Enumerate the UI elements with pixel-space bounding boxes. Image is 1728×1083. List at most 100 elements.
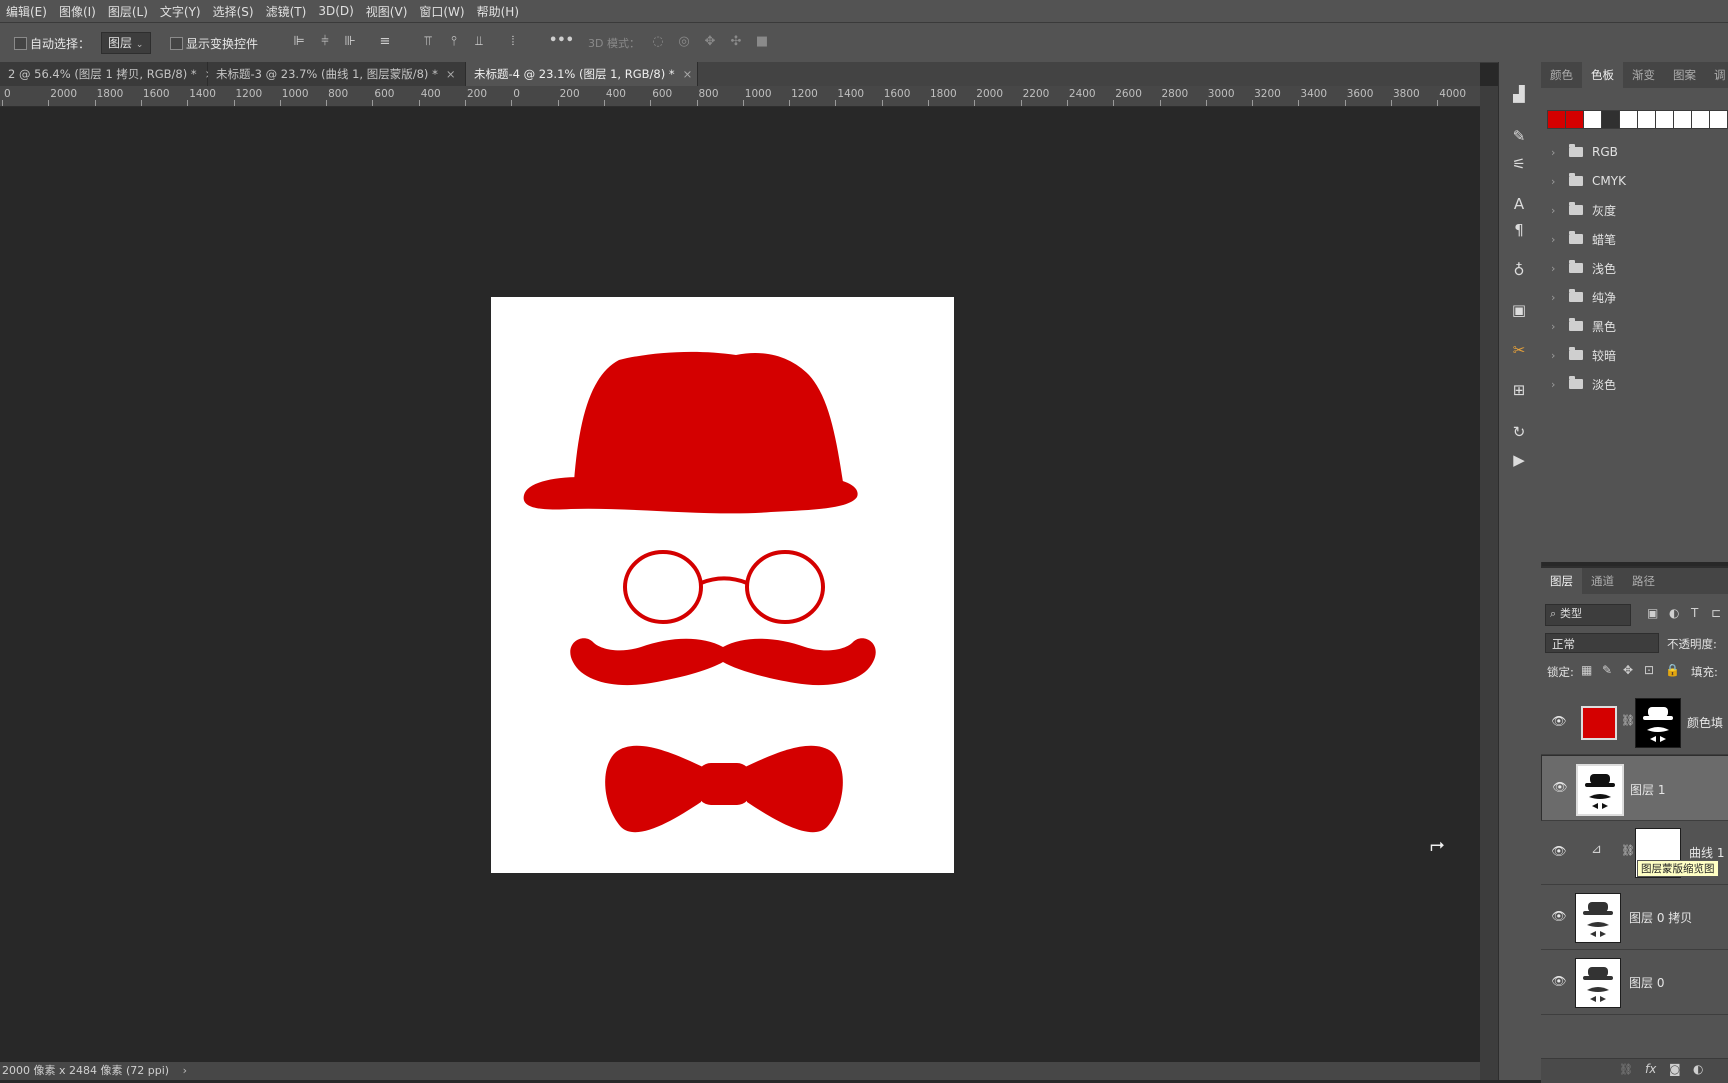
swatch[interactable] (1655, 110, 1674, 129)
paragraph-icon[interactable]: ¶ (1509, 220, 1529, 240)
tab-patterns[interactable]: 图案 (1664, 62, 1705, 88)
align-right-icon[interactable]: ⊪ (343, 35, 357, 49)
show-transform-checkbox[interactable] (170, 37, 183, 50)
align-hcenter-icon[interactable]: ⫩ (318, 35, 332, 49)
adjustments-icon[interactable]: ⚟ (1509, 154, 1529, 174)
visibility-eye-icon[interactable]: 👁 (1551, 909, 1567, 923)
swatch[interactable] (1691, 110, 1710, 129)
menu-layer[interactable]: 图层(L) (102, 3, 154, 20)
actions-play-icon[interactable]: ▶ (1509, 450, 1529, 470)
chevron-right-icon[interactable]: › (1551, 262, 1563, 275)
tab-gradients[interactable]: 渐变 (1623, 62, 1664, 88)
close-icon[interactable]: × (446, 67, 456, 81)
menu-image[interactable]: 图像(I) (53, 3, 102, 20)
filter-type-icon[interactable]: T (1691, 606, 1698, 620)
layer-row-curves-1[interactable]: 👁 ⊿ ⛓ 曲线 1 图层蒙版缩览图 (1541, 820, 1728, 885)
menu-3d[interactable]: 3D(D) (312, 4, 359, 18)
tab-doc-2[interactable]: 2 @ 56.4% (图层 1 拷贝, RGB/8) *× (0, 62, 214, 86)
lock-all-icon[interactable]: 🔒 (1665, 663, 1680, 677)
menu-type[interactable]: 文字(Y) (154, 3, 207, 20)
tab-doc-4[interactable]: 未标题-4 @ 23.1% (图层 1, RGB/8) * × (466, 62, 698, 86)
lock-transparency-icon[interactable]: ▦ (1581, 663, 1592, 677)
swatch[interactable] (1601, 110, 1620, 129)
menu-edit[interactable]: 编辑(E) (0, 3, 53, 20)
fill-color-thumbnail[interactable] (1581, 706, 1617, 740)
new-adjustment-icon[interactable]: ◐ (1693, 1062, 1703, 1076)
tab-color[interactable]: 颜色 (1541, 62, 1582, 88)
layer-mask-thumbnail[interactable] (1635, 698, 1681, 748)
filter-shape-icon[interactable]: ⊏ (1711, 606, 1721, 620)
brush-settings-icon[interactable]: ✎ (1509, 126, 1529, 146)
chevron-right-icon[interactable]: › (1551, 233, 1563, 246)
visibility-eye-icon[interactable]: 👁 (1552, 780, 1568, 794)
swatch-group[interactable]: › 蜡笔 (1551, 229, 1616, 249)
layer-row-layer-1[interactable]: 👁 图层 1 (1541, 755, 1728, 821)
chevron-right-icon[interactable]: › (1551, 378, 1563, 391)
status-menu-arrow[interactable]: › (183, 1064, 187, 1077)
layer-filter-dropdown[interactable]: ⌕ 类型 (1545, 604, 1631, 626)
layer-row-layer-0-copy[interactable]: 👁 图层 0 拷贝 (1541, 885, 1728, 950)
swatch[interactable] (1547, 110, 1566, 129)
tools-icon[interactable]: ✂ (1509, 340, 1529, 360)
align-left-icon[interactable]: ⊫ (292, 35, 306, 49)
layer-thumbnail[interactable] (1575, 958, 1621, 1008)
link-chain-icon[interactable]: ⛓ (1621, 844, 1635, 857)
swatch[interactable] (1637, 110, 1656, 129)
swatch[interactable] (1565, 110, 1584, 129)
fx-icon[interactable]: fx (1645, 1062, 1656, 1076)
swatch-group[interactable]: › 黑色 (1551, 316, 1616, 336)
menu-help[interactable]: 帮助(H) (471, 3, 525, 20)
tab-adjust[interactable]: 调 (1705, 62, 1728, 88)
tab-paths[interactable]: 路径 (1623, 568, 1664, 594)
lightbulb-icon[interactable]: ♁ (1509, 260, 1529, 280)
swatch[interactable] (1673, 110, 1692, 129)
layer-row-color-fill[interactable]: 👁 ⛓ 颜色填 (1541, 690, 1728, 755)
chevron-right-icon[interactable]: › (1551, 349, 1563, 362)
swatch[interactable] (1583, 110, 1602, 129)
swatch-group[interactable]: › 纯净 (1551, 287, 1616, 307)
blend-mode-dropdown[interactable]: 正常 (1545, 633, 1659, 653)
align-top-icon[interactable]: ⫪ (421, 35, 435, 49)
layer-thumbnail[interactable] (1576, 764, 1624, 816)
character-icon[interactable]: A (1509, 194, 1529, 214)
menu-view[interactable]: 视图(V) (360, 3, 414, 20)
visibility-eye-icon[interactable]: 👁 (1551, 844, 1567, 858)
layer-thumbnail[interactable] (1575, 893, 1621, 943)
layer-row-layer-0[interactable]: 👁 图层 0 (1541, 950, 1728, 1015)
visibility-eye-icon[interactable]: 👁 (1551, 714, 1567, 728)
swatch[interactable] (1709, 110, 1728, 129)
tab-doc-3[interactable]: 未标题-3 @ 23.7% (曲线 1, 图层蒙版/8) * × (208, 62, 466, 86)
auto-select-checkbox[interactable] (14, 37, 27, 50)
menu-window[interactable]: 窗口(W) (413, 3, 470, 20)
tab-layers[interactable]: 图层 (1541, 568, 1582, 594)
align-vcenter-icon[interactable]: ⫯ (447, 35, 461, 49)
histogram-icon[interactable]: ▟ (1509, 84, 1529, 104)
swatch-group[interactable]: › CMYK (1551, 171, 1626, 191)
swatch-group[interactable]: › 浅色 (1551, 258, 1616, 278)
tab-swatches[interactable]: 色板 (1582, 62, 1623, 88)
canvas-vertical-scrollbar[interactable] (1480, 86, 1498, 1080)
filter-adjust-icon[interactable]: ◐ (1669, 606, 1679, 620)
menu-select[interactable]: 选择(S) (207, 3, 260, 20)
lock-move-icon[interactable]: ✥ (1623, 663, 1633, 677)
swatch-group[interactable]: › 灰度 (1551, 200, 1616, 220)
close-icon[interactable]: × (683, 67, 693, 81)
tab-channels[interactable]: 通道 (1582, 568, 1623, 594)
history-icon[interactable]: ↻ (1509, 422, 1529, 442)
menu-filter[interactable]: 滤镜(T) (260, 3, 313, 20)
filter-pixel-icon[interactable]: ▣ (1647, 606, 1658, 620)
chevron-right-icon[interactable]: › (1551, 204, 1563, 217)
chevron-right-icon[interactable]: › (1551, 175, 1563, 188)
properties-icon[interactable]: ⊞ (1509, 380, 1529, 400)
swatch-group[interactable]: › 淡色 (1551, 374, 1616, 394)
curves-adjustment-icon[interactable]: ⊿ (1591, 842, 1602, 857)
add-mask-icon[interactable]: ◙ (1669, 1062, 1681, 1076)
lock-paint-icon[interactable]: ✎ (1602, 663, 1612, 677)
distribute-icon[interactable]: ≡ (378, 35, 392, 49)
chevron-right-icon[interactable]: › (1551, 320, 1563, 333)
chevron-right-icon[interactable]: › (1551, 146, 1563, 159)
libraries-icon[interactable]: ▣ (1509, 300, 1529, 320)
align-bottom-icon[interactable]: ⫫ (472, 35, 486, 49)
link-layers-icon[interactable]: ⛓ (1619, 1063, 1633, 1076)
document-canvas[interactable] (491, 297, 954, 873)
